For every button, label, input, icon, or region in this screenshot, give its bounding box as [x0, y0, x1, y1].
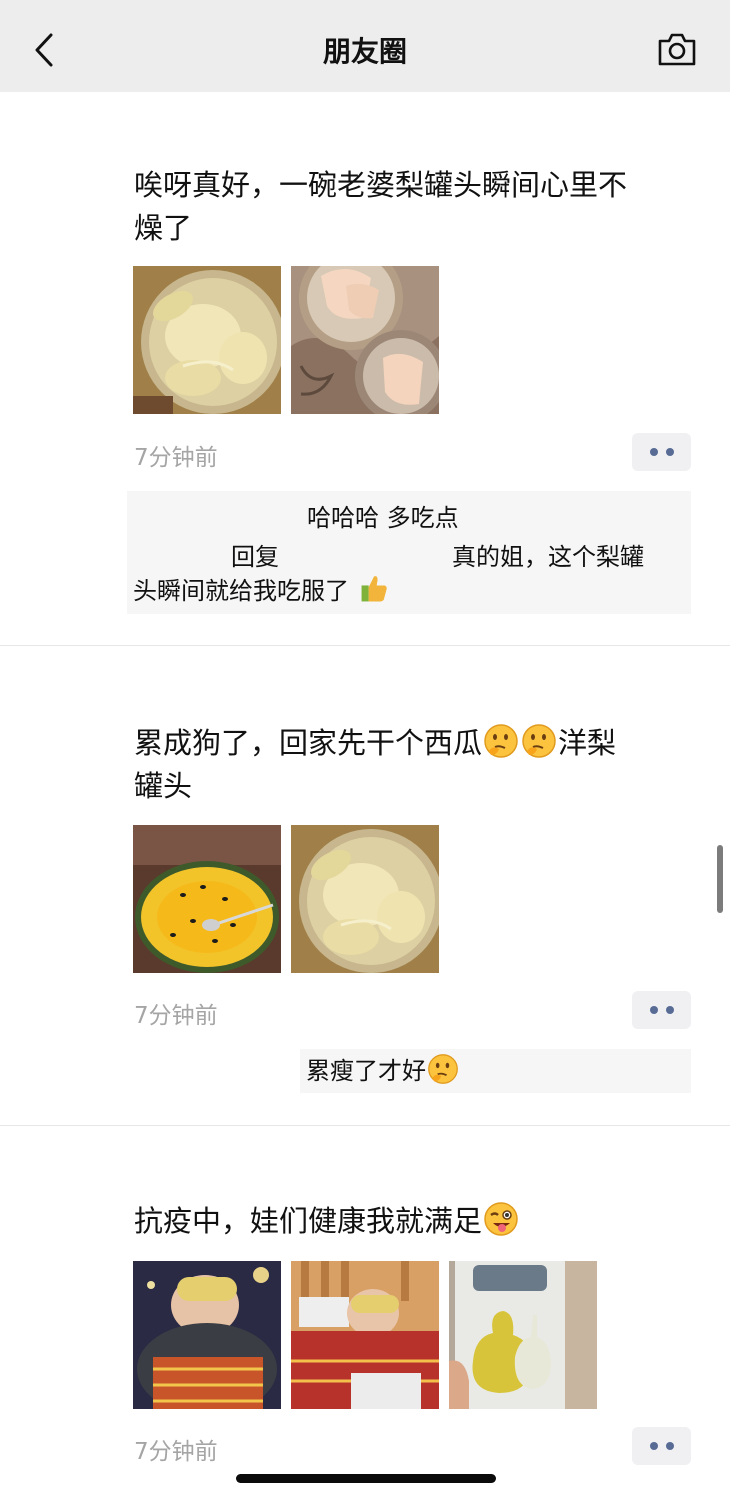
- camera-icon: [658, 33, 696, 66]
- post-1-text: 唉呀真好，一碗老婆梨罐头瞬间心里不 燥了: [134, 164, 694, 250]
- child-sleeping-photo[interactable]: [291, 1261, 439, 1409]
- post-3-text: 抗疫中，娃们健康我就满足: [134, 1200, 694, 1243]
- page-title: 朋友圈: [322, 35, 407, 68]
- dot-icon: [649, 1006, 658, 1014]
- post-1-text-line-2: 燥了: [134, 211, 193, 245]
- comment-text: 累瘦了才好: [306, 1057, 426, 1085]
- scrollbar-thumb[interactable]: [717, 845, 723, 913]
- post-divider: [0, 645, 730, 646]
- post-2-text: 累成狗了，回家先干个西瓜 洋梨 罐头: [134, 722, 694, 808]
- post-3-photos: [133, 1261, 597, 1409]
- dot-icon: [665, 448, 674, 456]
- post-2-text-line-2: 罐头: [134, 769, 193, 803]
- dot-icon: [649, 448, 658, 456]
- pear-can-label-photo[interactable]: [449, 1261, 597, 1409]
- yellow-watermelon-photo[interactable]: [133, 825, 281, 973]
- thumbs-up-icon: [361, 576, 387, 602]
- post-1-text-line-1: 唉呀真好，一碗老婆梨罐头瞬间心里不: [134, 168, 628, 202]
- child-eye-mask-photo[interactable]: [133, 1261, 281, 1409]
- post-2-comments: 累瘦了才好: [300, 1049, 691, 1093]
- comment-row-continuation[interactable]: 头瞬间就给我吃服了: [127, 573, 691, 611]
- comment-text: 头瞬间就给我吃服了: [133, 577, 349, 605]
- post-2-text-suffix: 洋梨: [558, 726, 617, 760]
- post-divider: [0, 1125, 730, 1126]
- post-1-more-button[interactable]: [632, 433, 691, 471]
- post-1-comments: 哈哈哈 多吃点 回复 真的姐，这个梨罐 头瞬间就给我吃服了: [127, 491, 691, 614]
- post-2-text-line-1: 累成狗了，回家先干个西瓜 洋梨: [134, 722, 694, 765]
- post-3-time: 7分钟前: [134, 1439, 218, 1465]
- post-2-more-button[interactable]: [632, 991, 691, 1029]
- nav-bar: 朋友圈: [0, 0, 730, 92]
- dot-icon: [665, 1442, 674, 1450]
- canned-pear-photo[interactable]: [291, 825, 439, 973]
- winking-tongue-emoji: [484, 1202, 518, 1236]
- comment-text: 哈哈哈 多吃点: [307, 504, 459, 532]
- canned-pear-photo[interactable]: [133, 266, 281, 414]
- dot-icon: [665, 1006, 674, 1014]
- post-2-time: 7分钟前: [134, 1003, 218, 1029]
- post-3-more-button[interactable]: [632, 1427, 691, 1465]
- thinking-emoji: [484, 724, 518, 758]
- thinking-emoji: [428, 1054, 458, 1084]
- post-3-text-line-1: 抗疫中，娃们健康我就满足: [134, 1204, 483, 1238]
- dot-icon: [649, 1442, 658, 1450]
- comment-row[interactable]: 哈哈哈 多吃点: [127, 495, 691, 535]
- home-indicator[interactable]: [236, 1474, 496, 1483]
- post-1-time: 7分钟前: [134, 445, 218, 471]
- thinking-emoji: [522, 724, 556, 758]
- post-2-text-prefix: 累成狗了，回家先干个西瓜: [134, 726, 483, 760]
- post-2-photos: [133, 825, 439, 973]
- pear-bowl-photo[interactable]: [291, 266, 439, 414]
- comment-row[interactable]: 累瘦了才好: [300, 1049, 691, 1093]
- comment-row[interactable]: 回复 真的姐，这个梨罐: [127, 535, 691, 573]
- camera-button[interactable]: [656, 30, 698, 70]
- post-1-photos: [133, 266, 439, 414]
